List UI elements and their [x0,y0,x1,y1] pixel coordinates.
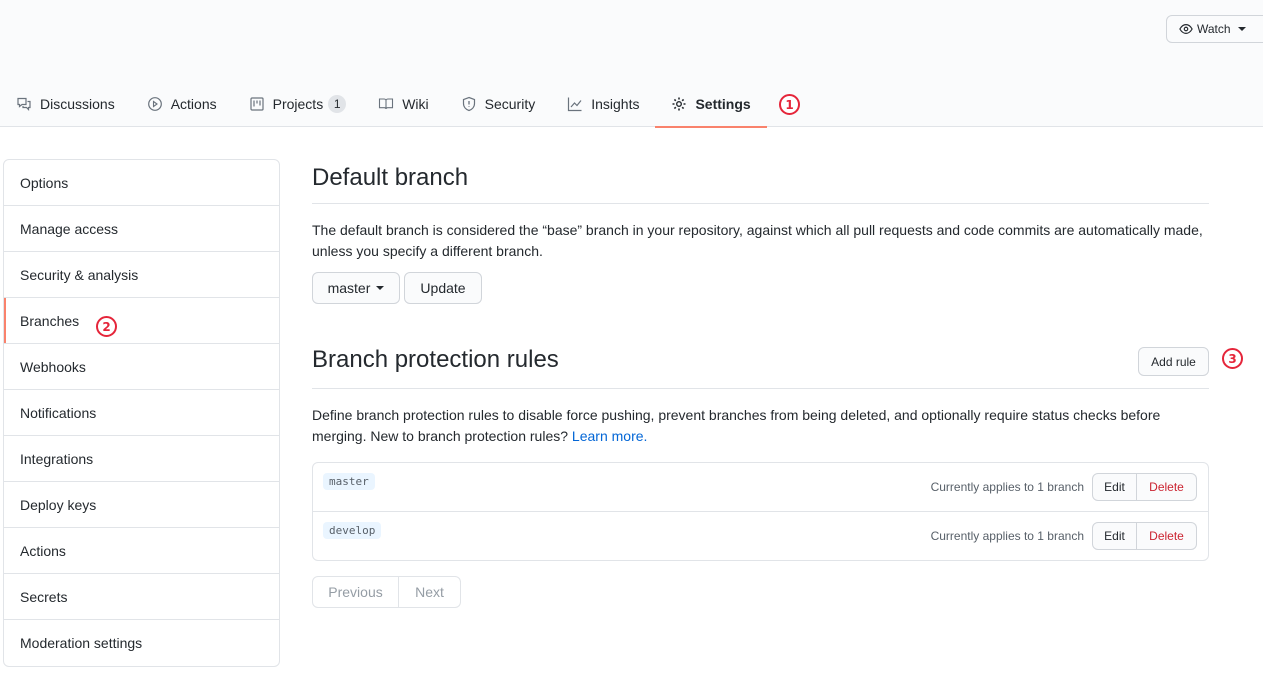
annotation-marker-3: 3 [1222,348,1243,369]
delete-rule-button[interactable]: Delete [1137,522,1197,550]
rule-applies-text: Currently applies to 1 branch [930,529,1084,543]
tab-label: Security [484,95,536,112]
list-item: develop Currently applies to 1 branch Ed… [313,512,1208,560]
graph-icon [567,96,583,112]
default-branch-header: Default branch [312,164,1209,204]
shield-icon [461,96,477,112]
tab-label: Settings [695,95,751,112]
sidebar-item-options[interactable]: Options [4,160,279,206]
tab-label: Discussions [40,95,115,112]
sidebar-item-webhooks[interactable]: Webhooks [4,344,279,390]
projects-count-badge: 1 [328,94,347,113]
tab-actions[interactable]: Actions [131,80,233,127]
sidebar-item-secrets[interactable]: Secrets [4,574,279,620]
sidebar-item-actions[interactable]: Actions [4,528,279,574]
annotation-marker-1: 1 [779,94,800,115]
learn-more-link[interactable]: Learn more. [572,428,647,444]
add-rule-button[interactable]: Add rule [1138,347,1209,376]
next-page-button[interactable]: Next [399,576,461,608]
branch-protection-title: Branch protection rules [312,346,559,373]
repo-nav-tabs: Discussions Actions Projects 1 Wiki Secu… [0,80,767,128]
eye-icon [1179,24,1193,34]
default-branch-title: Default branch [312,164,469,191]
tab-wiki[interactable]: Wiki [362,80,444,127]
branch-protection-description: Define branch protection rules to disabl… [312,405,1209,447]
rule-actions: Edit Delete [1092,522,1197,550]
sidebar-item-security-analysis[interactable]: Security & analysis [4,252,279,298]
chevron-down-icon [1237,27,1246,31]
tab-label: Insights [591,95,640,112]
previous-page-button[interactable]: Previous [312,576,399,608]
settings-sidebar: Options Manage access Security & analysi… [3,159,280,667]
watch-button[interactable]: Watch [1166,15,1263,43]
play-icon [147,96,163,112]
rule-actions: Edit Delete [1092,473,1197,501]
sidebar-item-manage-access[interactable]: Manage access [4,206,279,252]
gear-icon [671,96,687,112]
pagination: Previous Next [312,576,461,608]
selected-branch: master [327,280,371,296]
annotation-marker-2: 2 [96,316,117,337]
sidebar-item-branches[interactable]: Branches [4,298,279,344]
comment-discussion-icon [16,96,32,112]
update-button[interactable]: Update [404,272,482,304]
tab-label: Actions [170,95,217,112]
sidebar-item-deploy-keys[interactable]: Deploy keys [4,482,279,528]
tab-settings[interactable]: Settings [655,80,767,128]
sidebar-item-notifications[interactable]: Notifications [4,390,279,436]
sidebar-item-moderation-settings[interactable]: Moderation settings [4,620,279,666]
book-icon [378,96,394,112]
list-item: master Currently applies to 1 branch Edi… [313,463,1208,512]
protection-description-text: Define branch protection rules to disabl… [312,407,1161,444]
chevron-down-icon [376,286,385,290]
rule-branch-name: master [323,473,375,490]
watch-label: Watch [1197,22,1231,36]
tab-label: Projects [272,95,324,112]
repo-header: Watch Discussions Actions Projects 1 Wik… [0,0,1263,128]
project-icon [249,96,265,112]
tab-discussions[interactable]: Discussions [0,80,131,127]
default-branch-description: The default branch is considered the “ba… [312,222,1203,259]
branch-select-button[interactable]: master [312,272,400,304]
sidebar-item-integrations[interactable]: Integrations [4,436,279,482]
tab-insights[interactable]: Insights [551,80,655,127]
edit-rule-button[interactable]: Edit [1092,473,1137,501]
tab-projects[interactable]: Projects 1 [233,80,363,127]
rule-applies-text: Currently applies to 1 branch [930,480,1084,494]
rule-branch-name: develop [323,522,382,539]
branch-protection-header: Branch protection rules [312,346,1209,389]
protection-rules-list: master Currently applies to 1 branch Edi… [312,462,1209,561]
delete-rule-button[interactable]: Delete [1137,473,1197,501]
tab-label: Wiki [402,95,429,112]
tab-security[interactable]: Security [445,80,552,127]
edit-rule-button[interactable]: Edit [1092,522,1137,550]
